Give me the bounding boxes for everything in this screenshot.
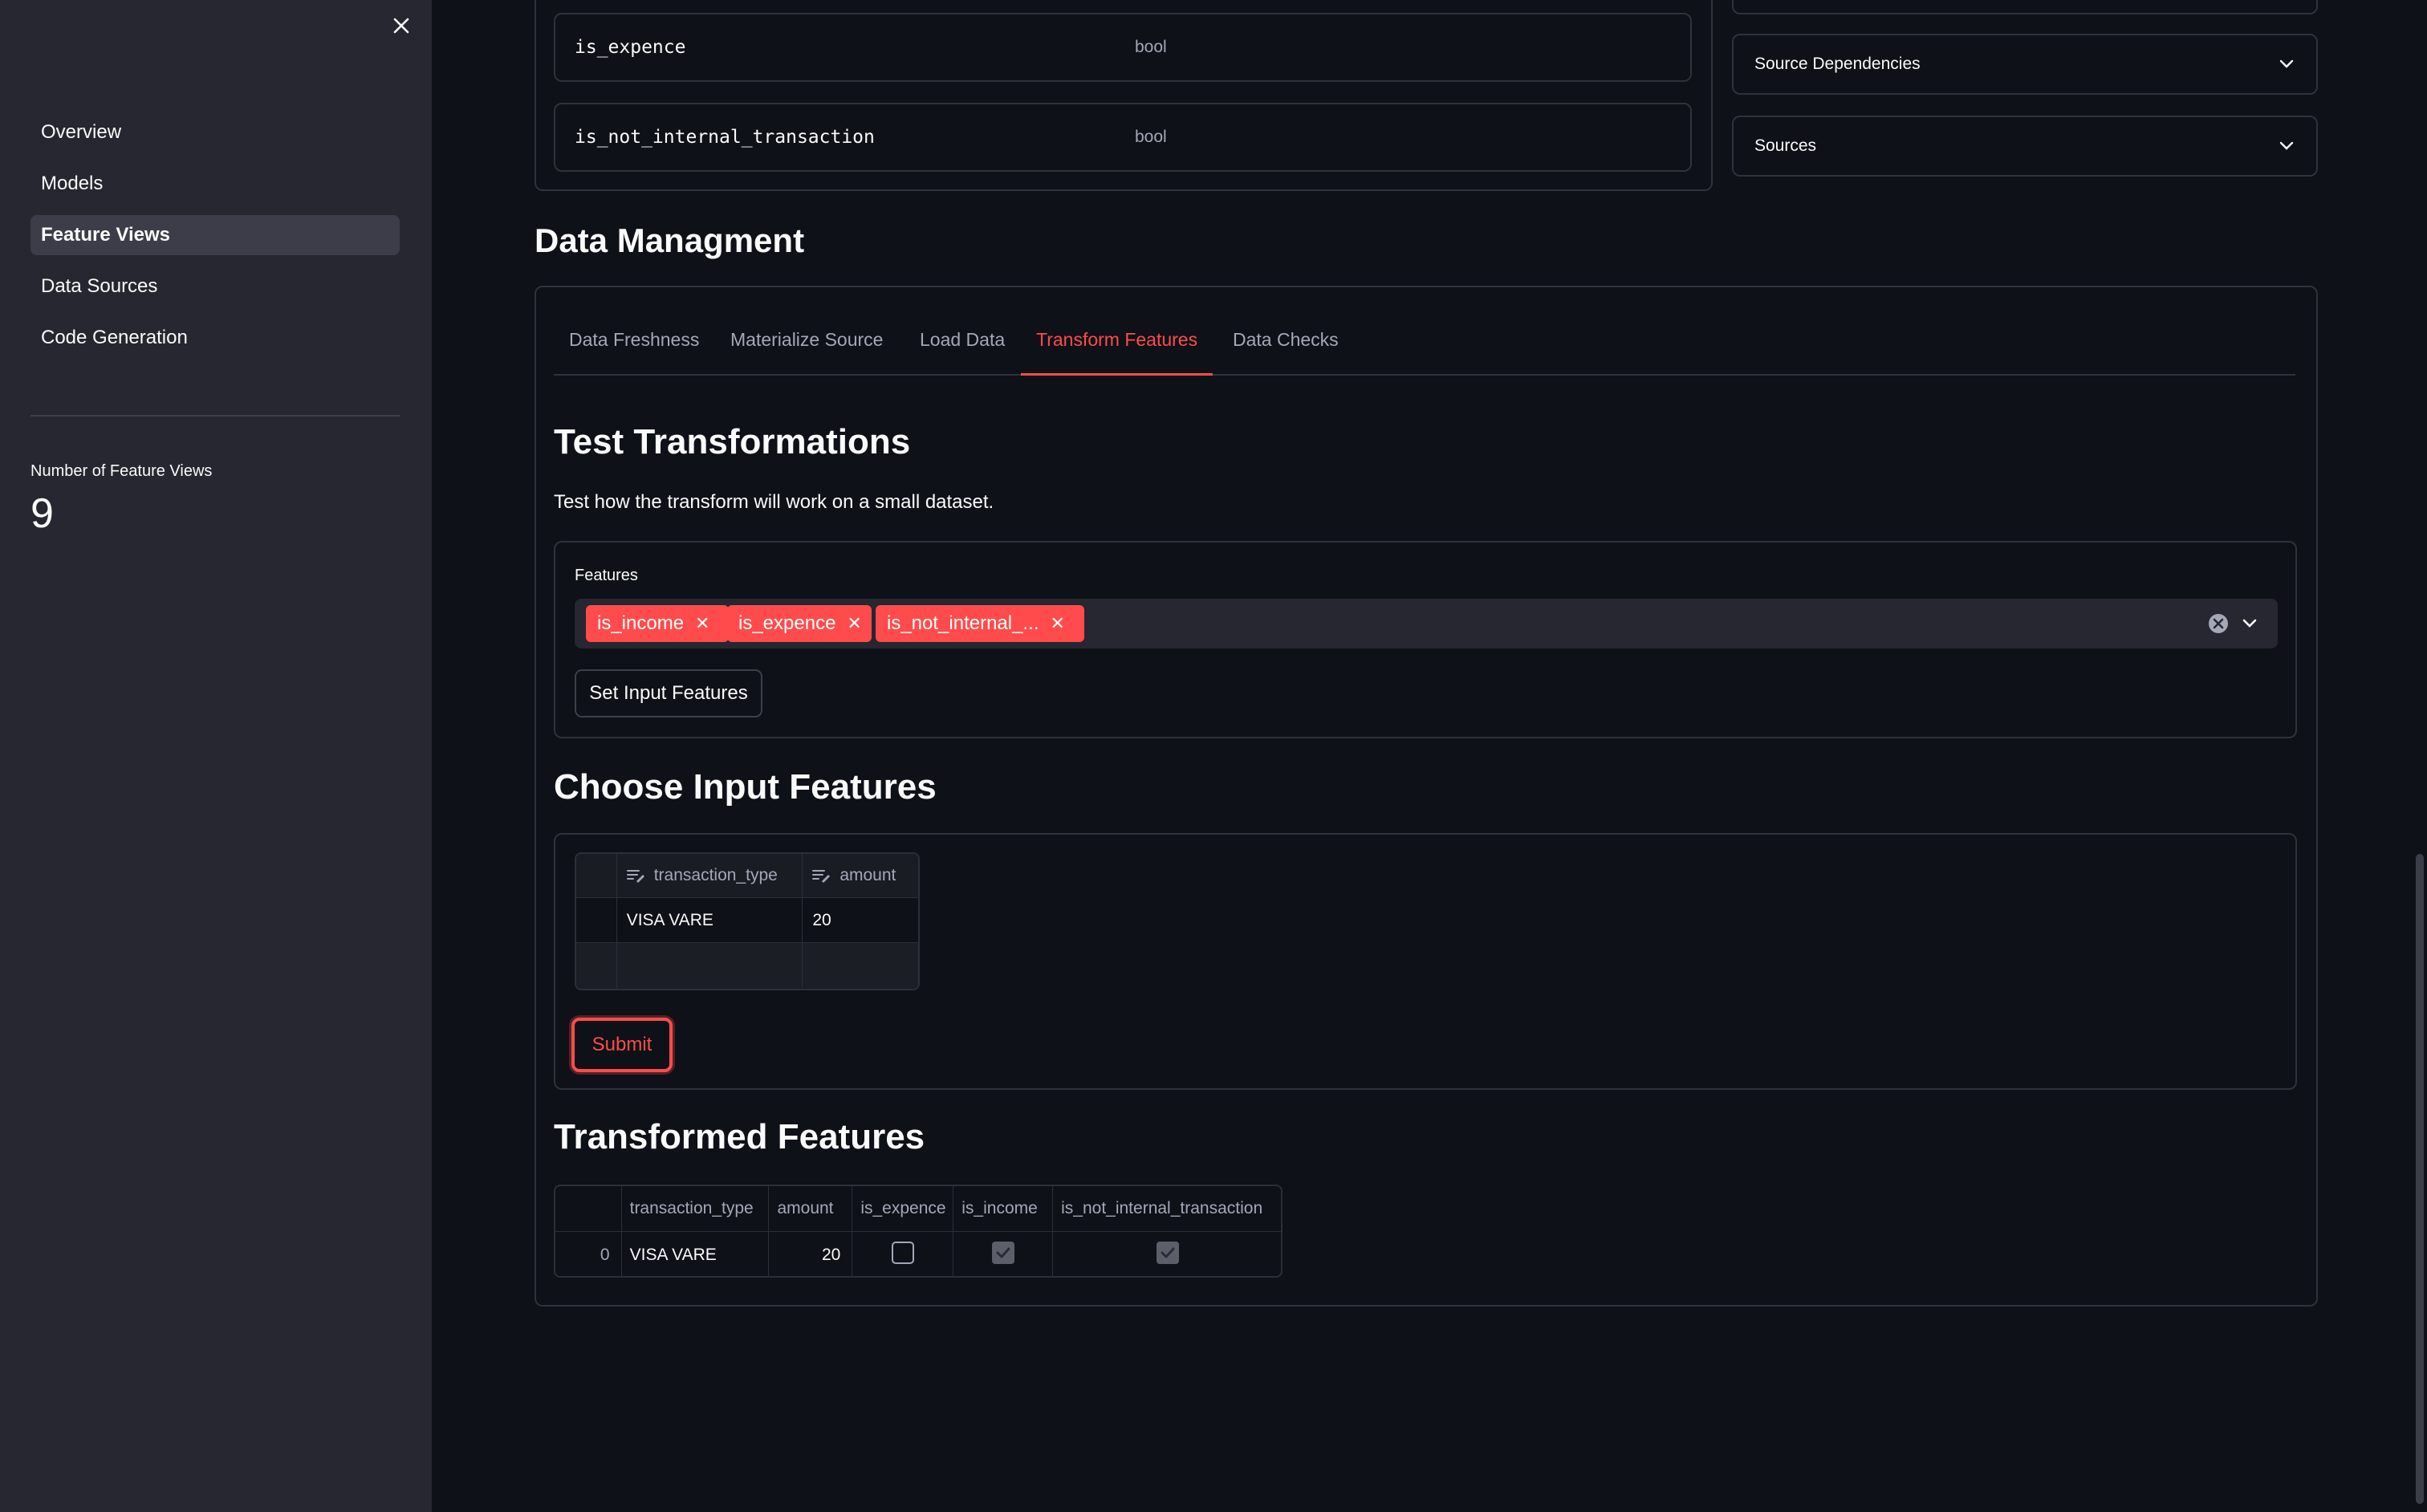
index-header (555, 1186, 622, 1232)
remove-chip-icon[interactable]: ✕ (695, 613, 709, 634)
submit-button[interactable]: Submit (571, 1018, 673, 1072)
schema-row: is_not_internal_transaction bool (554, 103, 1692, 172)
test-transformations-description: Test how the transform will work on a sm… (554, 491, 994, 513)
chip-label: is_not_internal_... (887, 612, 1039, 634)
features-multiselect[interactable]: is_income ✕ is_expence ✕ is_not_internal… (575, 599, 2278, 648)
close-sidebar-button[interactable] (387, 10, 416, 42)
sidebar-item-data-sources[interactable]: Data Sources (30, 266, 400, 307)
checkbox-unchecked-icon (891, 1241, 914, 1264)
column-header[interactable]: transaction_type (616, 854, 803, 898)
column-header-label: transaction_type (653, 865, 778, 884)
schema-feature-type: bool (1135, 128, 1167, 146)
close-icon (393, 18, 409, 34)
chevron-down-icon (2279, 59, 2294, 68)
chip-label: is_income (597, 612, 685, 634)
remove-chip-icon[interactable]: ✕ (1050, 613, 1064, 634)
chevron-down-icon[interactable] (2242, 619, 2257, 628)
cell-transaction-type[interactable]: VISA VARE (620, 1231, 770, 1276)
column-header-label: amount (839, 865, 896, 884)
clear-all-icon[interactable] (2207, 612, 2230, 635)
tab-materialize-source[interactable]: Materialize Source (715, 315, 898, 374)
chip-label: is_expence (738, 612, 836, 634)
sidebar-item-code-generation[interactable]: Code Generation (30, 318, 400, 358)
input-data-editor: transaction_type amount VISA VARE 20 (575, 852, 920, 990)
transformed-features-table: transaction_type amount is_expence is_in… (554, 1185, 1283, 1278)
tab-transform-features[interactable]: Transform Features (1021, 315, 1214, 376)
metric-label: Number of Feature Views (30, 462, 213, 480)
metric-value: 9 (30, 490, 54, 537)
row-header-corner (576, 854, 617, 898)
expander-label: Sources (1754, 136, 1817, 155)
tab-data-checks[interactable]: Data Checks (1218, 315, 1354, 374)
schema-feature-type: bool (1135, 38, 1167, 56)
remove-chip-icon[interactable]: ✕ (847, 613, 861, 634)
cell-is-expence[interactable] (852, 1231, 954, 1276)
row-index-cell: 0 (555, 1231, 622, 1276)
tab-data-freshness[interactable]: Data Freshness (554, 315, 714, 374)
checkbox-checked-icon (991, 1241, 1014, 1264)
feature-chip-is-expence[interactable]: is_expence ✕ (727, 605, 872, 642)
cell-amount[interactable]: 20 (768, 1231, 853, 1276)
column-header[interactable]: amount (802, 854, 918, 898)
schema-row: is_expence bool (554, 13, 1692, 82)
cell-transaction-type[interactable]: VISA VARE (616, 897, 803, 943)
cell-amount[interactable]: 20 (802, 897, 918, 943)
section-title-test-transformations: Test Transformations (554, 422, 911, 461)
cell-is-not-internal-transaction[interactable] (1052, 1231, 1281, 1276)
sidebar-item-feature-views[interactable]: Feature Views (30, 215, 400, 255)
feature-chip-is-income[interactable]: is_income ✕ (586, 605, 729, 642)
column-header[interactable]: amount (768, 1186, 853, 1232)
sidebar-nav: Overview Models Feature Views Data Sourc… (30, 112, 400, 369)
section-title-data-management: Data Managment (535, 222, 805, 259)
sidebar-item-models[interactable]: Models (30, 164, 400, 204)
new-row-cell[interactable] (616, 942, 803, 989)
chevron-down-icon (2279, 141, 2294, 150)
expander-source-dependencies[interactable]: Source Dependencies (1732, 34, 2318, 95)
checkbox-checked-icon (1156, 1241, 1179, 1264)
tab-bar: Data Freshness Materialize Source Load D… (554, 315, 2295, 376)
new-row-cell[interactable] (802, 942, 918, 989)
features-label: Features (575, 567, 638, 584)
sidebar-divider (30, 415, 400, 417)
cell-is-income[interactable] (953, 1231, 1054, 1276)
row-index-cell (576, 897, 617, 943)
feature-chip-is-not-internal-transaction[interactable]: is_not_internal_... ✕ (876, 605, 1084, 642)
schema-feature-name: is_expence (575, 37, 686, 58)
page-scrollbar-thumb[interactable] (2416, 854, 2424, 1504)
column-header[interactable]: is_expence (852, 1186, 954, 1232)
editable-column-icon (626, 869, 644, 883)
sidebar: Overview Models Feature Views Data Sourc… (0, 0, 432, 1512)
section-title-choose-input-features: Choose Input Features (554, 767, 937, 807)
expander-label: Source Dependencies (1754, 55, 1921, 73)
schema-feature-name: is_not_internal_transaction (575, 127, 875, 148)
expander-partial (1732, 0, 2318, 14)
column-header[interactable]: transaction_type (620, 1186, 770, 1232)
sidebar-item-overview[interactable]: Overview (30, 112, 400, 152)
new-row-index-cell (576, 942, 617, 989)
column-header[interactable]: is_not_internal_transaction (1052, 1186, 1281, 1232)
expander-sources[interactable]: Sources (1732, 116, 2318, 177)
set-input-features-button[interactable]: Set Input Features (575, 669, 762, 717)
column-header[interactable]: is_income (953, 1186, 1054, 1232)
section-title-transformed-features: Transformed Features (554, 1117, 925, 1156)
tab-load-data[interactable]: Load Data (905, 315, 1020, 374)
editable-column-icon (812, 869, 831, 883)
